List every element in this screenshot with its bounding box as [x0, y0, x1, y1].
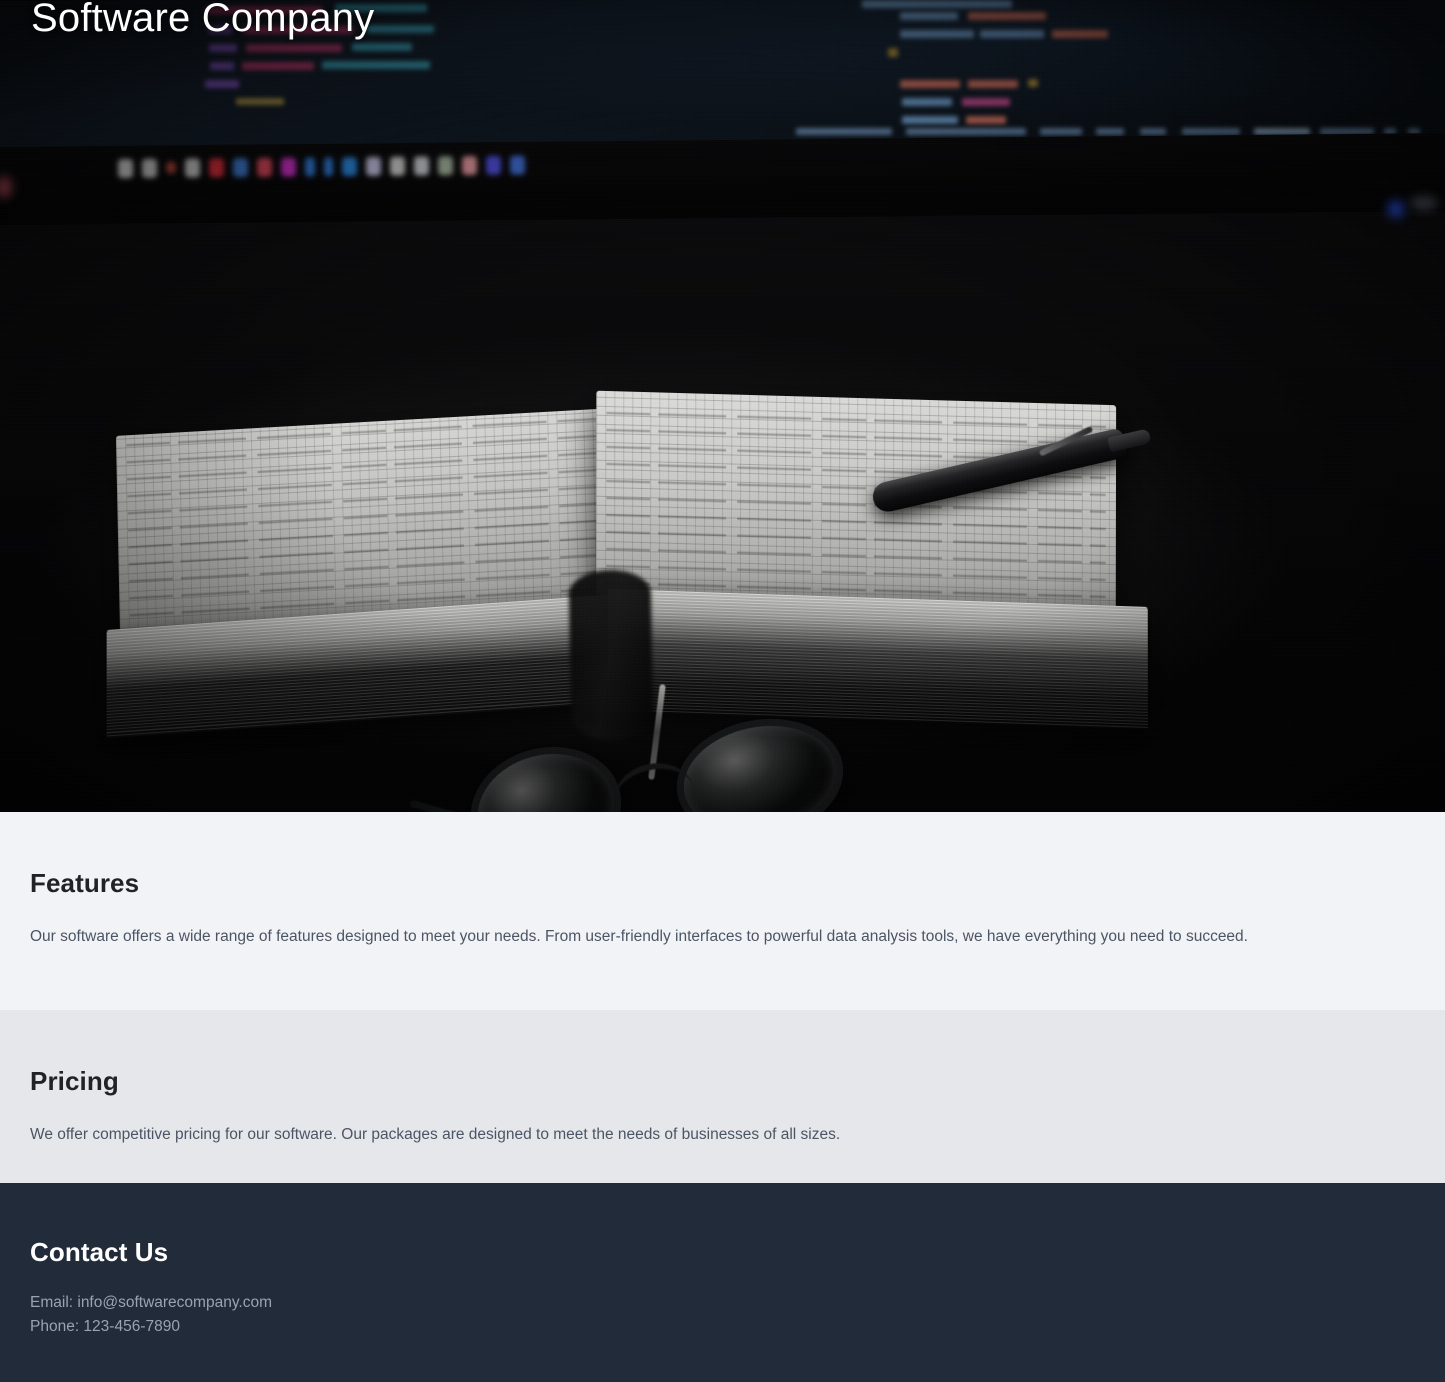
- notebook-spine: [569, 569, 654, 740]
- eyeglasses: [470, 720, 940, 812]
- code-line: [962, 98, 1010, 106]
- page-stack-right: [608, 589, 1148, 729]
- landing-page: Software Company Features Our software o…: [0, 0, 1445, 1382]
- code-line: [902, 98, 952, 106]
- code-line: [980, 30, 1044, 38]
- features-body: Our software offers a wide range of feat…: [30, 924, 1415, 949]
- code-line: [246, 44, 342, 52]
- dock-icon: [438, 156, 453, 175]
- code-line: [242, 62, 314, 70]
- pricing-section: Pricing We offer competitive pricing for…: [0, 1010, 1445, 1183]
- lens-left: [458, 731, 635, 812]
- code-line: [1096, 128, 1124, 135]
- code-line: [1140, 128, 1166, 135]
- dock-icon: [281, 157, 296, 176]
- dock-icon: [342, 156, 357, 175]
- dock-icon: [462, 155, 477, 174]
- dock-icon: [366, 156, 381, 175]
- pricing-heading: Pricing: [30, 1064, 1415, 1098]
- dock-icon: [414, 156, 429, 175]
- features-section: Features Our software offers a wide rang…: [0, 812, 1445, 1010]
- code-line: [209, 44, 237, 52]
- dock-icon: [486, 155, 501, 174]
- taskbar-dock: [118, 145, 818, 185]
- screen-glow: [1387, 200, 1405, 218]
- code-line: [900, 12, 958, 20]
- code-line: [366, 25, 434, 33]
- dock-icon: [142, 158, 157, 177]
- code-line: [210, 62, 234, 70]
- dock-icon: [185, 158, 200, 177]
- lens-right: [666, 705, 853, 812]
- contact-heading: Contact Us: [30, 1235, 1415, 1269]
- contact-footer: Contact Us Email: info@softwarecompany.c…: [0, 1183, 1445, 1382]
- code-line: [906, 128, 1026, 135]
- code-line: [352, 43, 412, 51]
- code-line: [902, 116, 958, 124]
- dock-icon: [166, 162, 176, 174]
- dock-icon: [209, 158, 224, 177]
- code-line: [968, 12, 1046, 20]
- contact-phone: Phone: 123-456-7890: [30, 1315, 1415, 1339]
- code-line: [862, 0, 1012, 8]
- notebook-group: [118, 360, 1196, 760]
- hero-banner: Software Company: [0, 0, 1445, 812]
- code-line: [796, 128, 892, 135]
- code-line: [1028, 79, 1038, 87]
- code-line: [1052, 30, 1108, 38]
- pricing-body: We offer competitive pricing for our sof…: [30, 1122, 1415, 1147]
- code-line: [888, 48, 898, 57]
- code-line: [236, 98, 284, 105]
- code-line: [205, 80, 239, 88]
- code-line: [900, 80, 960, 88]
- code-line: [322, 61, 430, 69]
- page-title: Software Company: [31, 0, 374, 44]
- dock-icon: [324, 157, 333, 176]
- dock-icon: [305, 157, 315, 176]
- features-heading: Features: [30, 866, 1415, 900]
- contact-email: Email: info@softwarecompany.com: [30, 1291, 1415, 1315]
- screen-glow: [1410, 196, 1438, 210]
- code-line: [968, 80, 1018, 88]
- code-line: [966, 116, 1006, 124]
- dock-icon: [257, 157, 272, 176]
- code-line: [1040, 128, 1082, 135]
- dock-icon: [390, 156, 405, 175]
- dock-icon: [233, 157, 248, 176]
- code-line: [1182, 128, 1240, 135]
- dock-icon: [118, 158, 133, 177]
- code-line: [900, 30, 974, 38]
- hero-background-photo: [0, 0, 1445, 812]
- dock-icon: [510, 155, 525, 174]
